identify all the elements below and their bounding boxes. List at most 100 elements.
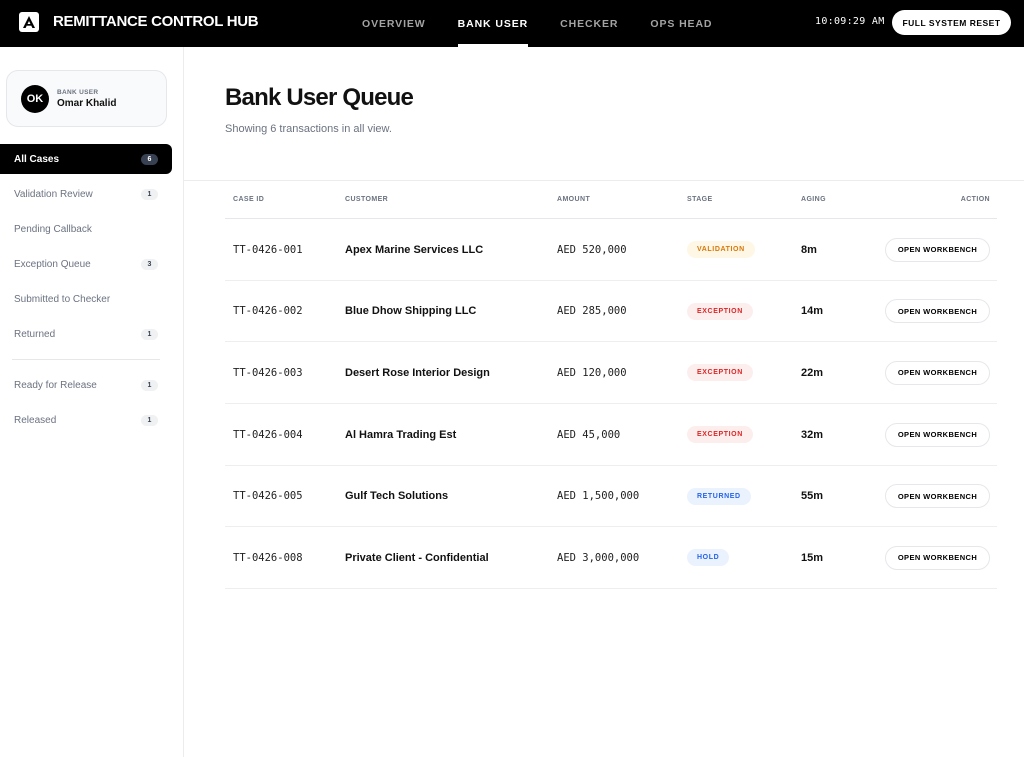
aging: 8m [801, 243, 817, 256]
action-cell: OPEN WORKBENCH [885, 219, 990, 280]
table-row: TT-0426-003 Desert Rose Interior Design … [225, 342, 997, 405]
column-header-case-id: CASE ID [233, 196, 265, 203]
brand-logo-icon [19, 12, 39, 32]
sidebar-item-ready-for-release[interactable]: Ready for Release 1 [0, 370, 172, 400]
sidebar-item-validation-review[interactable]: Validation Review 1 [0, 179, 172, 209]
app-title: REMITTANCE CONTROL HUB [53, 13, 259, 30]
clock: 10:09:29 AM [815, 16, 885, 27]
table-row: TT-0426-001 Apex Marine Services LLC AED… [225, 219, 997, 281]
user-name: Omar Khalid [57, 98, 117, 109]
column-header-action: ACTION [960, 196, 990, 203]
page-title: Bank User Queue [225, 84, 414, 111]
count-badge: 6 [141, 153, 158, 165]
nav-ops-head[interactable]: OPS HEAD [634, 0, 728, 47]
column-header-stage: STAGE [687, 196, 713, 203]
sidebar: OK BANK USER Omar Khalid All Cases 6 Val… [0, 47, 184, 757]
count-badge: 3 [141, 258, 158, 270]
action-cell: OPEN WORKBENCH [885, 281, 990, 342]
top-bar: REMITTANCE CONTROL HUB OVERVIEW BANK USE… [0, 0, 1024, 47]
customer-name: Al Hamra Trading Est [345, 428, 457, 441]
full-system-reset-button[interactable]: FULL SYSTEM RESET [892, 10, 1011, 35]
sidebar-item-submitted-to-checker[interactable]: Submitted to Checker [0, 284, 172, 314]
aging: 55m [801, 490, 824, 503]
stage-badge: EXCEPTION [687, 364, 753, 382]
sidebar-item-label: Pending Callback [14, 223, 92, 235]
count-badge: 1 [141, 379, 158, 391]
avatar: OK [21, 85, 49, 113]
stage-cell: EXCEPTION [687, 281, 753, 342]
aging: 14m [801, 305, 824, 318]
main-nav: OVERVIEW BANK USER CHECKER OPS HEAD [346, 0, 728, 47]
sidebar-item-released[interactable]: Released 1 [0, 405, 172, 435]
amount: AED 45,000 [557, 428, 621, 441]
count-badge: 1 [141, 328, 158, 340]
open-workbench-button[interactable]: OPEN WORKBENCH [885, 545, 990, 570]
open-workbench-button[interactable]: OPEN WORKBENCH [885, 422, 990, 447]
action-cell: OPEN WORKBENCH [885, 466, 990, 527]
table-body: TT-0426-001 Apex Marine Services LLC AED… [225, 219, 997, 590]
action-cell: OPEN WORKBENCH [885, 404, 990, 465]
open-workbench-button[interactable]: OPEN WORKBENCH [885, 237, 990, 262]
case-id: TT-0426-008 [233, 551, 303, 564]
aging: 15m [801, 551, 824, 564]
sidebar-item-label: Released [14, 414, 57, 426]
customer-name: Desert Rose Interior Design [345, 366, 490, 379]
sidebar-item-returned[interactable]: Returned 1 [0, 319, 172, 349]
action-cell: OPEN WORKBENCH [885, 527, 990, 588]
action-cell: OPEN WORKBENCH [885, 342, 990, 403]
customer-name: Gulf Tech Solutions [345, 490, 449, 503]
sidebar-item-label: Validation Review [14, 188, 93, 200]
sidebar-item-label: Submitted to Checker [14, 293, 111, 305]
table-row: TT-0426-004 Al Hamra Trading Est AED 45,… [225, 404, 997, 466]
nav-checker[interactable]: CHECKER [544, 0, 634, 47]
stage-cell: EXCEPTION [687, 404, 753, 465]
sidebar-item-all-cases[interactable]: All Cases 6 [0, 144, 172, 174]
page-subtitle: Showing 6 transactions in all view. [225, 123, 392, 135]
sidebar-item-pending-callback[interactable]: Pending Callback [0, 214, 172, 244]
amount: AED 520,000 [557, 243, 627, 256]
open-workbench-button[interactable]: OPEN WORKBENCH [885, 484, 990, 509]
column-header-aging: AGING [801, 196, 826, 203]
column-header-customer: CUSTOMER [345, 196, 389, 203]
sidebar-item-label: Returned [14, 328, 56, 340]
amount: AED 3,000,000 [557, 551, 640, 564]
count-badge: 1 [141, 188, 158, 200]
sidebar-divider [12, 359, 160, 360]
amount: AED 285,000 [557, 305, 627, 318]
nav-bank-user[interactable]: BANK USER [457, 0, 529, 47]
user-role: BANK USER [57, 89, 99, 96]
sidebar-item-label: Exception Queue [14, 258, 91, 270]
case-id: TT-0426-002 [233, 305, 303, 318]
transactions-table: CASE ID CUSTOMER AMOUNT STAGE AGING ACTI… [225, 181, 997, 590]
open-workbench-button[interactable]: OPEN WORKBENCH [885, 360, 990, 385]
column-header-amount: AMOUNT [557, 196, 591, 203]
brand: REMITTANCE CONTROL HUB [19, 12, 259, 32]
amount: AED 1,500,000 [557, 490, 640, 503]
customer-name: Blue Dhow Shipping LLC [345, 305, 477, 318]
sidebar-item-label: All Cases [14, 153, 60, 165]
sidebar-item-exception-queue[interactable]: Exception Queue 3 [0, 249, 172, 279]
aging: 22m [801, 366, 824, 379]
stage-badge: EXCEPTION [687, 426, 753, 444]
customer-name: Private Client - Confidential [345, 551, 489, 564]
amount: AED 120,000 [557, 366, 627, 379]
count-badge: 1 [141, 414, 158, 426]
stage-badge: RETURNED [687, 487, 751, 505]
nav-overview[interactable]: OVERVIEW [346, 0, 442, 47]
table-row: TT-0426-002 Blue Dhow Shipping LLC AED 2… [225, 281, 997, 343]
table-row: TT-0426-005 Gulf Tech Solutions AED 1,50… [225, 466, 997, 528]
stage-cell: EXCEPTION [687, 342, 753, 403]
sidebar-item-label: Ready for Release [14, 379, 97, 391]
stage-badge: EXCEPTION [687, 302, 753, 320]
stage-cell: HOLD [687, 527, 730, 588]
case-id: TT-0426-005 [233, 490, 303, 503]
case-id: TT-0426-004 [233, 428, 303, 441]
table-header: CASE ID CUSTOMER AMOUNT STAGE AGING ACTI… [225, 181, 997, 219]
stage-badge: VALIDATION [687, 241, 755, 258]
stage-cell: RETURNED [687, 466, 751, 527]
case-id: TT-0426-003 [233, 366, 303, 379]
open-workbench-button[interactable]: OPEN WORKBENCH [885, 299, 990, 324]
case-id: TT-0426-001 [233, 243, 303, 256]
table-row: TT-0426-008 Private Client - Confidentia… [225, 527, 997, 590]
aging: 32m [801, 428, 824, 441]
